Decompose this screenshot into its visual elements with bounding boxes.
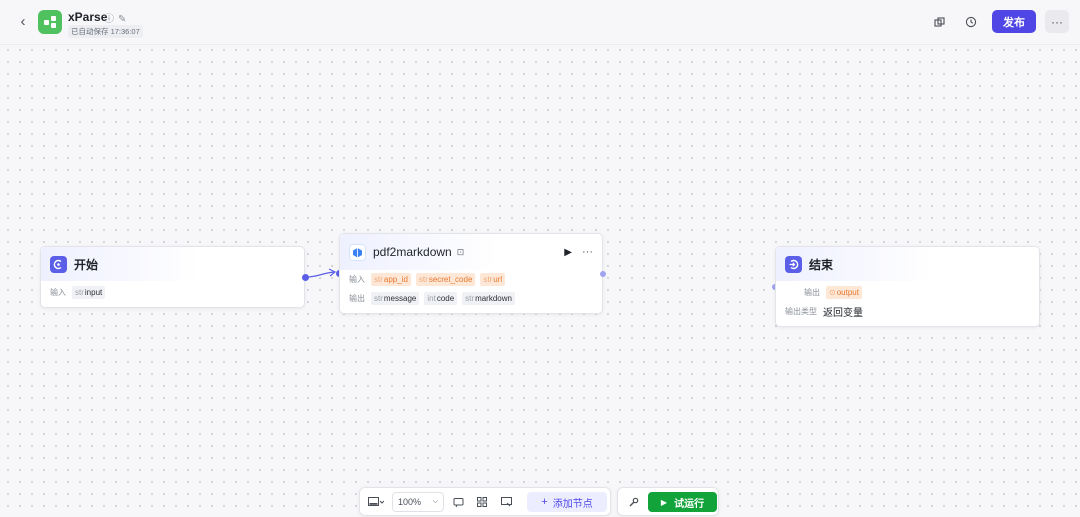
zoom-select[interactable]: 100% ⌵ [392, 492, 444, 512]
plugin-cube-icon [349, 243, 366, 261]
pdf-node-title: pdf2markdown [373, 245, 452, 259]
pdf-output-row: 输出 str message int code str markdown [340, 289, 602, 308]
end-output-row: 输出 ⊙ output [776, 283, 1039, 302]
test-run-label: 试运行 [674, 498, 705, 510]
end-icon [785, 255, 802, 273]
comment-icon[interactable] [448, 492, 468, 512]
pdf-output-port[interactable] [600, 271, 606, 277]
app-logo-icon [38, 10, 62, 34]
publish-button[interactable]: 发布 [992, 10, 1036, 33]
variable-tag: str markdown [462, 292, 515, 305]
end-output-type-row: 输出类型 返回变量 [776, 302, 1039, 321]
play-icon: ▶ [660, 497, 668, 507]
start-node-title: 开始 [74, 257, 99, 272]
variable-tag: int code [424, 292, 458, 305]
run-toolbar: ▶ 试运行 [617, 487, 719, 516]
output-label: 输出 [804, 288, 820, 297]
add-node-label: 添加节点 [552, 498, 593, 510]
variable-tag: str input [72, 286, 106, 299]
start-node-header: 开始 [41, 247, 304, 281]
start-node[interactable]: 开始 输入 str input [40, 246, 305, 308]
input-label: 输入 [349, 275, 365, 284]
copy-icon[interactable] [930, 13, 948, 31]
wrench-icon[interactable] [622, 492, 644, 512]
end-node-title: 结束 [809, 257, 834, 272]
grid-layout-icon[interactable] [472, 492, 492, 512]
run-node-icon[interactable]: ▶ [564, 247, 572, 258]
start-input-row: 输入 str input [41, 283, 304, 302]
output-type-label: 输出类型 [785, 307, 817, 316]
edit-icon[interactable]: ✎ [118, 14, 126, 25]
variable-tag: str secret_code [415, 273, 476, 286]
test-run-button[interactable]: ▶ 试运行 [648, 492, 717, 512]
output-label: 输出 [349, 294, 365, 303]
variable-tag: str message [371, 292, 420, 305]
output-type-value: 返回变量 [823, 308, 863, 319]
top-header: ‹ xParse ⓘ ✎ 已自动保存 17:36:07 发布 ··· [0, 0, 1080, 45]
more-options-button[interactable]: ··· [1045, 10, 1069, 33]
title-actions: ⓘ ✎ [104, 10, 130, 25]
variable-tag: str url [480, 273, 506, 286]
pdf-input-row: 输入 str app_id str secret_code str url [340, 270, 602, 289]
variable-tag: str app_id [371, 273, 411, 286]
end-node-header: 结束 [776, 247, 1039, 281]
canvas-toolbar: 100% ⌵ + 添加节点 [359, 487, 611, 516]
chevron-down-icon: ⌵ [432, 498, 438, 505]
add-node-button[interactable]: + 添加节点 [527, 492, 607, 512]
history-icon[interactable] [962, 13, 980, 31]
node-more-icon[interactable]: ··· [582, 246, 593, 258]
app-title: xParse [68, 10, 108, 24]
plus-icon: + [541, 496, 548, 508]
info-icon[interactable]: ⓘ [104, 14, 114, 25]
back-arrow-icon[interactable]: ‹ [14, 12, 32, 32]
end-node[interactable]: 结束 输出 ⊙ output 输出类型 返回变量 [775, 246, 1040, 327]
variable-tag: ⊙ output [826, 286, 862, 299]
variable-ref-icon: ⊙ [829, 288, 836, 297]
minimap-toggle[interactable] [364, 492, 388, 512]
input-label: 输入 [50, 288, 66, 297]
pdf2markdown-node[interactable]: pdf2markdown ⊡ ▶ ··· 输入 str app_id str sec… [339, 233, 603, 314]
plugin-badge-icon: ⊡ [456, 246, 465, 257]
zoom-level: 100% [398, 497, 422, 507]
autosave-status: 已自动保存 17:36:07 [68, 25, 143, 38]
fit-view-icon[interactable] [496, 492, 516, 512]
pdf-node-header: pdf2markdown ⊡ ▶ ··· [340, 234, 602, 270]
start-icon [50, 255, 67, 273]
